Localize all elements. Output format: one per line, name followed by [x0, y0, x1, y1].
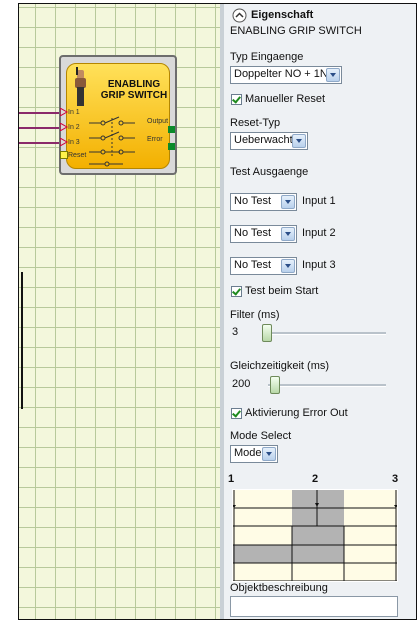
- test-input-1-label: Input 1: [302, 195, 336, 207]
- properties-panel: Eigenschaft ENABLING GRIP SWITCH Typ Ein…: [224, 4, 416, 619]
- reset-typ-value: Ueberwacht: [234, 134, 293, 146]
- chevron-down-icon: [292, 134, 306, 148]
- mode-select-label: Mode Select: [230, 430, 292, 442]
- aktivierung-error-out-checkbox[interactable]: [231, 408, 242, 419]
- section-title: Eigenschaft: [251, 9, 314, 21]
- filter-label: Filter (ms): [230, 309, 280, 321]
- test-input-2-value: No Test: [234, 227, 272, 239]
- typ-eingaenge-value: Doppelter NO + 1NC: [234, 68, 336, 80]
- port-in-2[interactable]: In 2: [59, 122, 80, 132]
- reset-port-square-icon: [60, 151, 68, 159]
- port-reset[interactable]: Reset: [60, 151, 86, 159]
- objektbeschreibung-label: Objektbeschreibung: [230, 582, 328, 594]
- chevron-down-icon: [281, 227, 295, 241]
- hand-switch-icon: [75, 67, 86, 106]
- port-output[interactable]: [168, 126, 175, 133]
- test-input-3-value: No Test: [234, 259, 272, 271]
- chevron-down-icon: [281, 195, 295, 209]
- test-input-3-dropdown[interactable]: No Test: [230, 257, 297, 275]
- port-in-3[interactable]: In 3: [59, 137, 80, 147]
- reset-typ-label: Reset-Typ: [230, 117, 281, 129]
- manueller-reset-label: Manueller Reset: [245, 93, 326, 105]
- timing-label-2: 2: [312, 473, 319, 485]
- timing-label-3: 3: [392, 473, 399, 485]
- filter-slider-thumb[interactable]: [262, 324, 272, 342]
- port-in-3-label: In 3: [68, 138, 80, 146]
- chevron-down-icon: [262, 447, 276, 461]
- test-input-2-label: Input 2: [302, 227, 336, 239]
- port-output-label: Output: [147, 118, 169, 125]
- reset-typ-dropdown[interactable]: Ueberwacht: [230, 132, 308, 150]
- test-beim-start-label: Test beim Start: [245, 285, 319, 297]
- mode-select-dropdown[interactable]: Mode 1: [230, 445, 278, 463]
- test-input-2-dropdown[interactable]: No Test: [230, 225, 297, 243]
- filter-slider-track[interactable]: [262, 332, 386, 335]
- timing-label-1: 1: [228, 473, 235, 485]
- window-frame: ENABLING GRIP SWITCH In 1 In 2 In 3 Rese…: [18, 3, 417, 620]
- block-name: ENABLING GRIP SWITCH: [230, 25, 362, 37]
- test-beim-start-checkbox[interactable]: [231, 286, 242, 297]
- aktivierung-error-out-label: Aktivierung Error Out: [245, 407, 348, 419]
- test-input-3-label: Input 3: [302, 259, 336, 271]
- port-error[interactable]: [168, 143, 175, 150]
- chevron-down-icon: [326, 68, 340, 82]
- typ-eingaenge-label: Typ Eingaenge: [230, 51, 304, 63]
- gleichzeitigkeit-slider-thumb[interactable]: [270, 376, 280, 394]
- filter-value: 3: [232, 326, 239, 338]
- port-in-1-label: In 1: [68, 108, 80, 116]
- gleichzeitigkeit-value: 200: [232, 378, 251, 390]
- port-arrow-icon: [59, 137, 69, 147]
- block-title: ENABLING GRIP SWITCH: [97, 79, 171, 101]
- port-arrow-icon: [59, 122, 69, 132]
- manueller-reset-checkbox[interactable]: [231, 94, 242, 105]
- collapse-chevron-icon[interactable]: [232, 8, 247, 23]
- port-in-1[interactable]: In 1: [59, 107, 80, 117]
- chevron-down-icon: [281, 259, 295, 273]
- gleichzeitigkeit-slider-track[interactable]: [268, 384, 386, 387]
- objektbeschreibung-input[interactable]: [230, 596, 398, 617]
- typ-eingaenge-dropdown[interactable]: Doppelter NO + 1NC: [230, 66, 342, 84]
- canvas-edge-marker: [21, 272, 23, 409]
- port-reset-label: Reset: [68, 151, 87, 159]
- enabling-grip-switch-block[interactable]: ENABLING GRIP SWITCH In 1 In 2 In 3 Rese…: [59, 55, 177, 175]
- diagram-canvas[interactable]: ENABLING GRIP SWITCH In 1 In 2 In 3 Rese…: [19, 4, 222, 619]
- test-input-1-value: No Test: [234, 195, 272, 207]
- test-input-1-dropdown[interactable]: No Test: [230, 193, 297, 211]
- block-title-line-1: ENABLING: [107, 79, 161, 90]
- port-arrow-icon: [59, 107, 69, 117]
- mode-timing-diagram: [232, 489, 398, 582]
- port-error-label: Error: [147, 136, 163, 143]
- port-in-2-label: In 2: [68, 123, 80, 131]
- block-title-line-2: GRIP SWITCH: [100, 90, 168, 101]
- test-ausgaenge-label: Test Ausgaenge: [230, 166, 309, 178]
- gleichzeitigkeit-label: Gleichzeitigkeit (ms): [230, 360, 330, 372]
